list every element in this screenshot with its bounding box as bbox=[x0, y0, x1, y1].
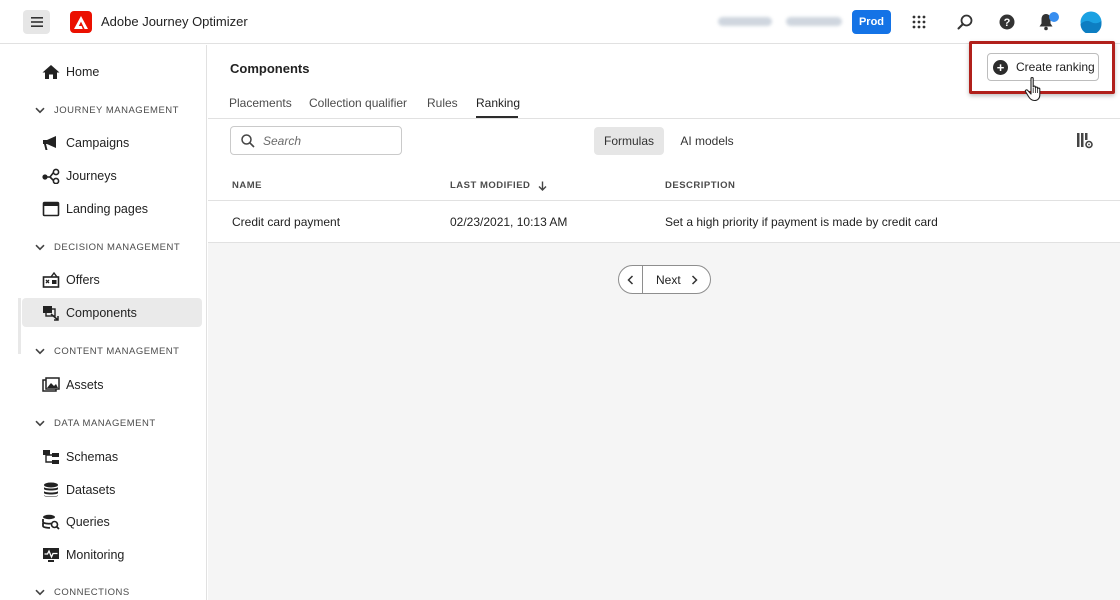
tab-ranking[interactable]: Ranking bbox=[476, 96, 520, 110]
column-header-label: LAST MODIFIED bbox=[450, 180, 531, 191]
chevron-right-icon bbox=[691, 274, 698, 285]
column-header-name[interactable]: NAME bbox=[232, 180, 262, 191]
next-page-button[interactable]: Next bbox=[643, 266, 710, 293]
next-label: Next bbox=[656, 272, 681, 287]
sidebar-item-campaigns[interactable]: Campaigns bbox=[22, 128, 202, 157]
sidebar-item-label: Monitoring bbox=[66, 547, 125, 562]
search-icon[interactable] bbox=[954, 11, 976, 33]
chevron-down-icon bbox=[35, 420, 45, 427]
monitor-icon bbox=[41, 546, 61, 564]
previous-page-button[interactable] bbox=[619, 266, 643, 293]
sandbox-name-blurred[interactable] bbox=[786, 17, 842, 26]
column-header-label: NAME bbox=[232, 180, 262, 191]
search-input[interactable] bbox=[263, 133, 393, 148]
chevron-down-icon bbox=[35, 348, 45, 355]
prod-environment-button[interactable]: Prod bbox=[852, 10, 891, 34]
chevron-down-icon bbox=[35, 589, 45, 596]
adobe-a-icon bbox=[74, 15, 88, 29]
hand-pointer-cursor-icon bbox=[1024, 76, 1041, 102]
section-journey-management[interactable]: JOURNEY MANAGEMENT bbox=[35, 105, 179, 116]
sidebar-item-queries[interactable]: Queries bbox=[22, 507, 202, 536]
components-icon bbox=[41, 304, 61, 322]
section-data-management[interactable]: DATA MANAGEMENT bbox=[35, 418, 156, 429]
sidebar: Home JOURNEY MANAGEMENT Campaigns Journe… bbox=[0, 45, 207, 600]
chevron-down-icon bbox=[35, 107, 45, 114]
user-avatar[interactable] bbox=[1080, 11, 1102, 33]
column-header-last-modified[interactable]: LAST MODIFIED bbox=[450, 180, 547, 191]
megaphone-icon bbox=[41, 134, 61, 152]
section-content-management[interactable]: CONTENT MANAGEMENT bbox=[35, 346, 179, 357]
tab-collection-qualifier[interactable]: Collection qualifier bbox=[309, 96, 407, 110]
home-icon bbox=[41, 63, 61, 81]
hamburger-icon bbox=[30, 17, 43, 27]
sidebar-item-label: Offers bbox=[66, 272, 100, 287]
section-label: JOURNEY MANAGEMENT bbox=[54, 105, 179, 116]
sidebar-item-datasets[interactable]: Datasets bbox=[22, 475, 202, 504]
help-icon[interactable]: ? bbox=[996, 11, 1018, 33]
main-content: Components Placements Collection qualifi… bbox=[208, 45, 1120, 600]
cell-last-modified: 02/23/2021, 10:13 AM bbox=[450, 215, 568, 229]
sidebar-item-label: Components bbox=[66, 305, 137, 320]
sidebar-item-label: Landing pages bbox=[66, 201, 149, 216]
sidebar-item-label: Queries bbox=[66, 514, 110, 529]
schema-icon bbox=[41, 448, 61, 466]
formulas-toggle[interactable]: Formulas bbox=[594, 127, 664, 155]
pagination: Next bbox=[618, 265, 711, 294]
tab-divider bbox=[208, 118, 1120, 119]
sidebar-item-label: Datasets bbox=[66, 482, 116, 497]
section-label: DATA MANAGEMENT bbox=[54, 418, 156, 429]
sort-arrow-down-icon bbox=[538, 181, 547, 191]
cell-name[interactable]: Credit card payment bbox=[232, 215, 340, 229]
sidebar-item-offers[interactable]: Offers bbox=[22, 265, 202, 294]
search-field[interactable] bbox=[230, 126, 402, 155]
apps-grid-icon[interactable] bbox=[908, 11, 930, 33]
column-header-label: DESCRIPTION bbox=[665, 180, 736, 191]
section-decision-management[interactable]: DECISION MANAGEMENT bbox=[35, 242, 180, 253]
sidebar-item-components[interactable]: Components bbox=[22, 298, 202, 327]
image-icon bbox=[41, 376, 61, 394]
section-connections[interactable]: CONNECTIONS bbox=[35, 587, 130, 598]
tab-placements[interactable]: Placements bbox=[229, 96, 292, 110]
sidebar-item-assets[interactable]: Assets bbox=[22, 370, 202, 399]
adobe-logo bbox=[70, 11, 92, 33]
section-label: CONTENT MANAGEMENT bbox=[54, 346, 180, 357]
journey-icon bbox=[41, 167, 61, 185]
create-ranking-label: Create ranking bbox=[1016, 60, 1095, 74]
sidebar-item-schemas[interactable]: Schemas bbox=[22, 442, 202, 471]
sidebar-item-label: Assets bbox=[66, 377, 104, 392]
menu-button[interactable] bbox=[23, 10, 50, 34]
sidebar-item-monitoring[interactable]: Monitoring bbox=[22, 540, 202, 569]
page-title: Components bbox=[230, 61, 310, 76]
app-title: Adobe Journey Optimizer bbox=[101, 14, 248, 29]
column-header-description[interactable]: DESCRIPTION bbox=[665, 180, 735, 191]
section-label: CONNECTIONS bbox=[54, 587, 130, 598]
ai-models-toggle[interactable]: AI models bbox=[672, 127, 742, 155]
org-name-blurred[interactable] bbox=[718, 17, 772, 26]
sidebar-scroll-marker bbox=[18, 298, 21, 354]
window-icon bbox=[41, 200, 61, 218]
top-bar: Adobe Journey Optimizer Prod ? bbox=[0, 0, 1120, 44]
database-icon bbox=[41, 481, 61, 499]
search-icon bbox=[241, 133, 255, 148]
notifications-bell-icon[interactable] bbox=[1038, 11, 1060, 33]
sidebar-item-label: Schemas bbox=[66, 449, 119, 464]
section-label: DECISION MANAGEMENT bbox=[54, 242, 181, 253]
sidebar-item-label: Campaigns bbox=[66, 135, 130, 150]
sidebar-item-home[interactable]: Home bbox=[22, 57, 202, 86]
add-circle-icon: + bbox=[993, 59, 1008, 75]
sidebar-item-label: Home bbox=[66, 64, 100, 79]
query-icon bbox=[41, 513, 61, 531]
svg-text:?: ? bbox=[1004, 17, 1011, 29]
sidebar-item-label: Journeys bbox=[66, 168, 117, 183]
tab-rules[interactable]: Rules bbox=[427, 96, 458, 110]
column-settings-icon[interactable] bbox=[1076, 132, 1094, 150]
sidebar-item-landing-pages[interactable]: Landing pages bbox=[22, 194, 202, 223]
chevron-left-icon bbox=[627, 274, 634, 285]
chevron-down-icon bbox=[35, 244, 45, 251]
table-row[interactable]: Credit card payment 02/23/2021, 10:13 AM… bbox=[208, 200, 1120, 243]
sidebar-item-journeys[interactable]: Journeys bbox=[22, 161, 202, 190]
offer-icon bbox=[41, 271, 61, 289]
cell-description: Set a high priority if payment is made b… bbox=[665, 215, 938, 229]
